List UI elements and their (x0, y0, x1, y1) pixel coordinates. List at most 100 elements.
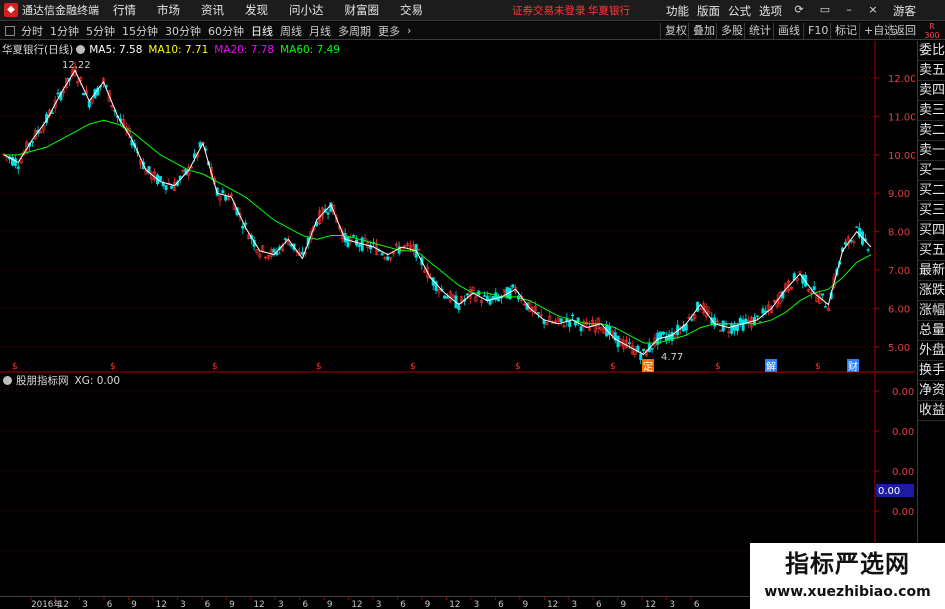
candle-body (761, 308, 765, 314)
candle-body (642, 348, 646, 351)
period-multi[interactable]: 多周期 (338, 23, 371, 39)
candle-body (326, 212, 330, 215)
date-label: 9 (229, 600, 235, 609)
menu-banmian[interactable]: 版面 (697, 3, 720, 19)
candlesticks (2, 61, 870, 365)
btn-huaxian[interactable]: 画线 (773, 23, 804, 39)
app-title: 通达信金融终端 (22, 4, 99, 17)
quote-field-2: 卖四 (918, 81, 945, 101)
user-label[interactable]: 游客 (893, 3, 916, 19)
ma60-value: MA60: 7.49 (280, 43, 340, 56)
period-monthly[interactable]: 月线 (309, 23, 331, 39)
candle-body (82, 92, 86, 96)
period-weekly[interactable]: 周线 (280, 23, 302, 39)
stock-link[interactable]: 华夏银行 (588, 3, 630, 18)
stock-name: 华夏银行 (2, 44, 44, 56)
btn-biaoji[interactable]: 标记 (830, 23, 861, 39)
dividend-marker: $ (815, 362, 821, 372)
period-fenshi[interactable]: 分时 (21, 23, 43, 39)
close-icon[interactable]: × (866, 2, 880, 17)
menu-gongneng[interactable]: 功能 (666, 3, 689, 19)
ma5-value: MA5: 7.58 (89, 43, 143, 56)
menu-zixun[interactable]: 资讯 (201, 2, 224, 18)
restore-icon[interactable]: ▭ (818, 2, 832, 17)
quote-field-6: 买一 (918, 161, 945, 181)
minimize-icon[interactable]: – (842, 2, 856, 17)
menu-hangqing[interactable]: 行情 (113, 2, 136, 18)
price-axis: 5.00 6.00 7.00 8.00 9.00 10.00 11.00 12.00 (0, 41, 915, 373)
candle-body (50, 112, 54, 114)
quote-field-10: 买五 (918, 241, 945, 261)
menu-gongshi[interactable]: 公式 (728, 3, 751, 19)
candle-body (661, 331, 665, 335)
period-30min[interactable]: 30分钟 (165, 23, 201, 39)
high-price-label: 12.22 (62, 60, 91, 71)
dividend-marker: $ (316, 362, 322, 372)
candle-body (465, 293, 469, 296)
candle-body (244, 222, 248, 225)
quote-field-0: 委比 (918, 41, 945, 61)
trade-status[interactable]: 证券交易未登录 (512, 3, 586, 18)
quote-field-13: 涨幅 (918, 301, 945, 321)
date-label: 12 (449, 600, 460, 609)
menu-wenxiaoda[interactable]: 问小达 (289, 2, 324, 18)
candle-body (13, 158, 17, 166)
btn-f10[interactable]: F10 (803, 23, 832, 39)
kline-chart[interactable]: 5.006.007.008.009.0010.0011.0012.00 $ $ $ $… (0, 41, 915, 373)
title-bar: ◆ 通达信金融终端 行情 市场 资讯 发现 问小达 财富圈 交易 证券交易未登录… (0, 0, 945, 21)
candle-body (380, 253, 384, 256)
menu-shichang[interactable]: 市场 (157, 2, 180, 18)
menu-jiaoyi[interactable]: 交易 (400, 2, 423, 18)
period-label: (日线) (44, 44, 74, 56)
btn-duogu[interactable]: 多股 (716, 23, 747, 39)
dividend-marker: $ (212, 362, 218, 372)
menu-xuanxiang[interactable]: 选项 (759, 3, 782, 19)
candle-body (283, 238, 287, 241)
btn-fuquan[interactable]: 复权 (660, 23, 691, 39)
quote-side-panel: R 300 委比 卖五 卖四 卖三 卖二 卖一 买一 买二 买三 买四 买五 最新 涨跌 涨幅 总量 外盘 换手… (917, 22, 945, 609)
candle-body (158, 176, 162, 182)
btn-diejia[interactable]: 叠加 (688, 23, 719, 39)
indicator-info: 股朋指标网 XG: 0.00 (0, 374, 120, 387)
btn-back[interactable]: 返回 (889, 23, 920, 39)
refresh-icon[interactable]: ⟳ (792, 2, 806, 17)
price-tick-label: 6.00 (888, 304, 910, 315)
candle-body (87, 100, 91, 108)
date-label: 3 (669, 600, 675, 609)
xg-value: XG: 0.00 (74, 374, 121, 387)
candle-body (755, 315, 759, 318)
settings-dot-icon[interactable] (76, 45, 86, 54)
panel-toggle-icon[interactable] (5, 25, 15, 36)
price-line (3, 69, 872, 356)
candle-body (650, 347, 654, 350)
indicator-settings-icon[interactable] (3, 376, 12, 385)
btn-tongji[interactable]: 统计 (744, 23, 775, 39)
period-1min[interactable]: 1分钟 (50, 23, 79, 39)
panel-top-badge: R 300 (924, 22, 940, 40)
candle-body (170, 185, 174, 189)
chevron-right-icon[interactable]: › (407, 24, 411, 37)
period-15min[interactable]: 15分钟 (122, 23, 158, 39)
candle-body (346, 237, 350, 247)
period-daily[interactable]: 日线 (251, 23, 273, 39)
menu-faxian[interactable]: 发现 (245, 2, 268, 18)
candle-body (855, 226, 859, 228)
candle-body (627, 342, 631, 344)
candle-body (579, 326, 583, 332)
period-5min[interactable]: 5分钟 (86, 23, 115, 39)
date-label: 6 (205, 600, 211, 609)
candle-body (536, 312, 540, 314)
menu-caifuquan[interactable]: 财富圈 (345, 2, 380, 18)
candle-body (16, 166, 20, 169)
candle-body (352, 235, 356, 237)
price-tick-label: 9.00 (888, 189, 910, 200)
period-60min[interactable]: 60分钟 (208, 23, 244, 39)
quote-field-14: 总量 (918, 321, 945, 341)
period-more[interactable]: 更多 (378, 23, 400, 39)
candle-body (735, 325, 739, 331)
indicator-grid (0, 390, 875, 552)
candle-body (571, 314, 575, 317)
date-label: 12 (58, 600, 69, 609)
candle-body (164, 185, 168, 190)
dividend-marker: $ (515, 362, 521, 372)
